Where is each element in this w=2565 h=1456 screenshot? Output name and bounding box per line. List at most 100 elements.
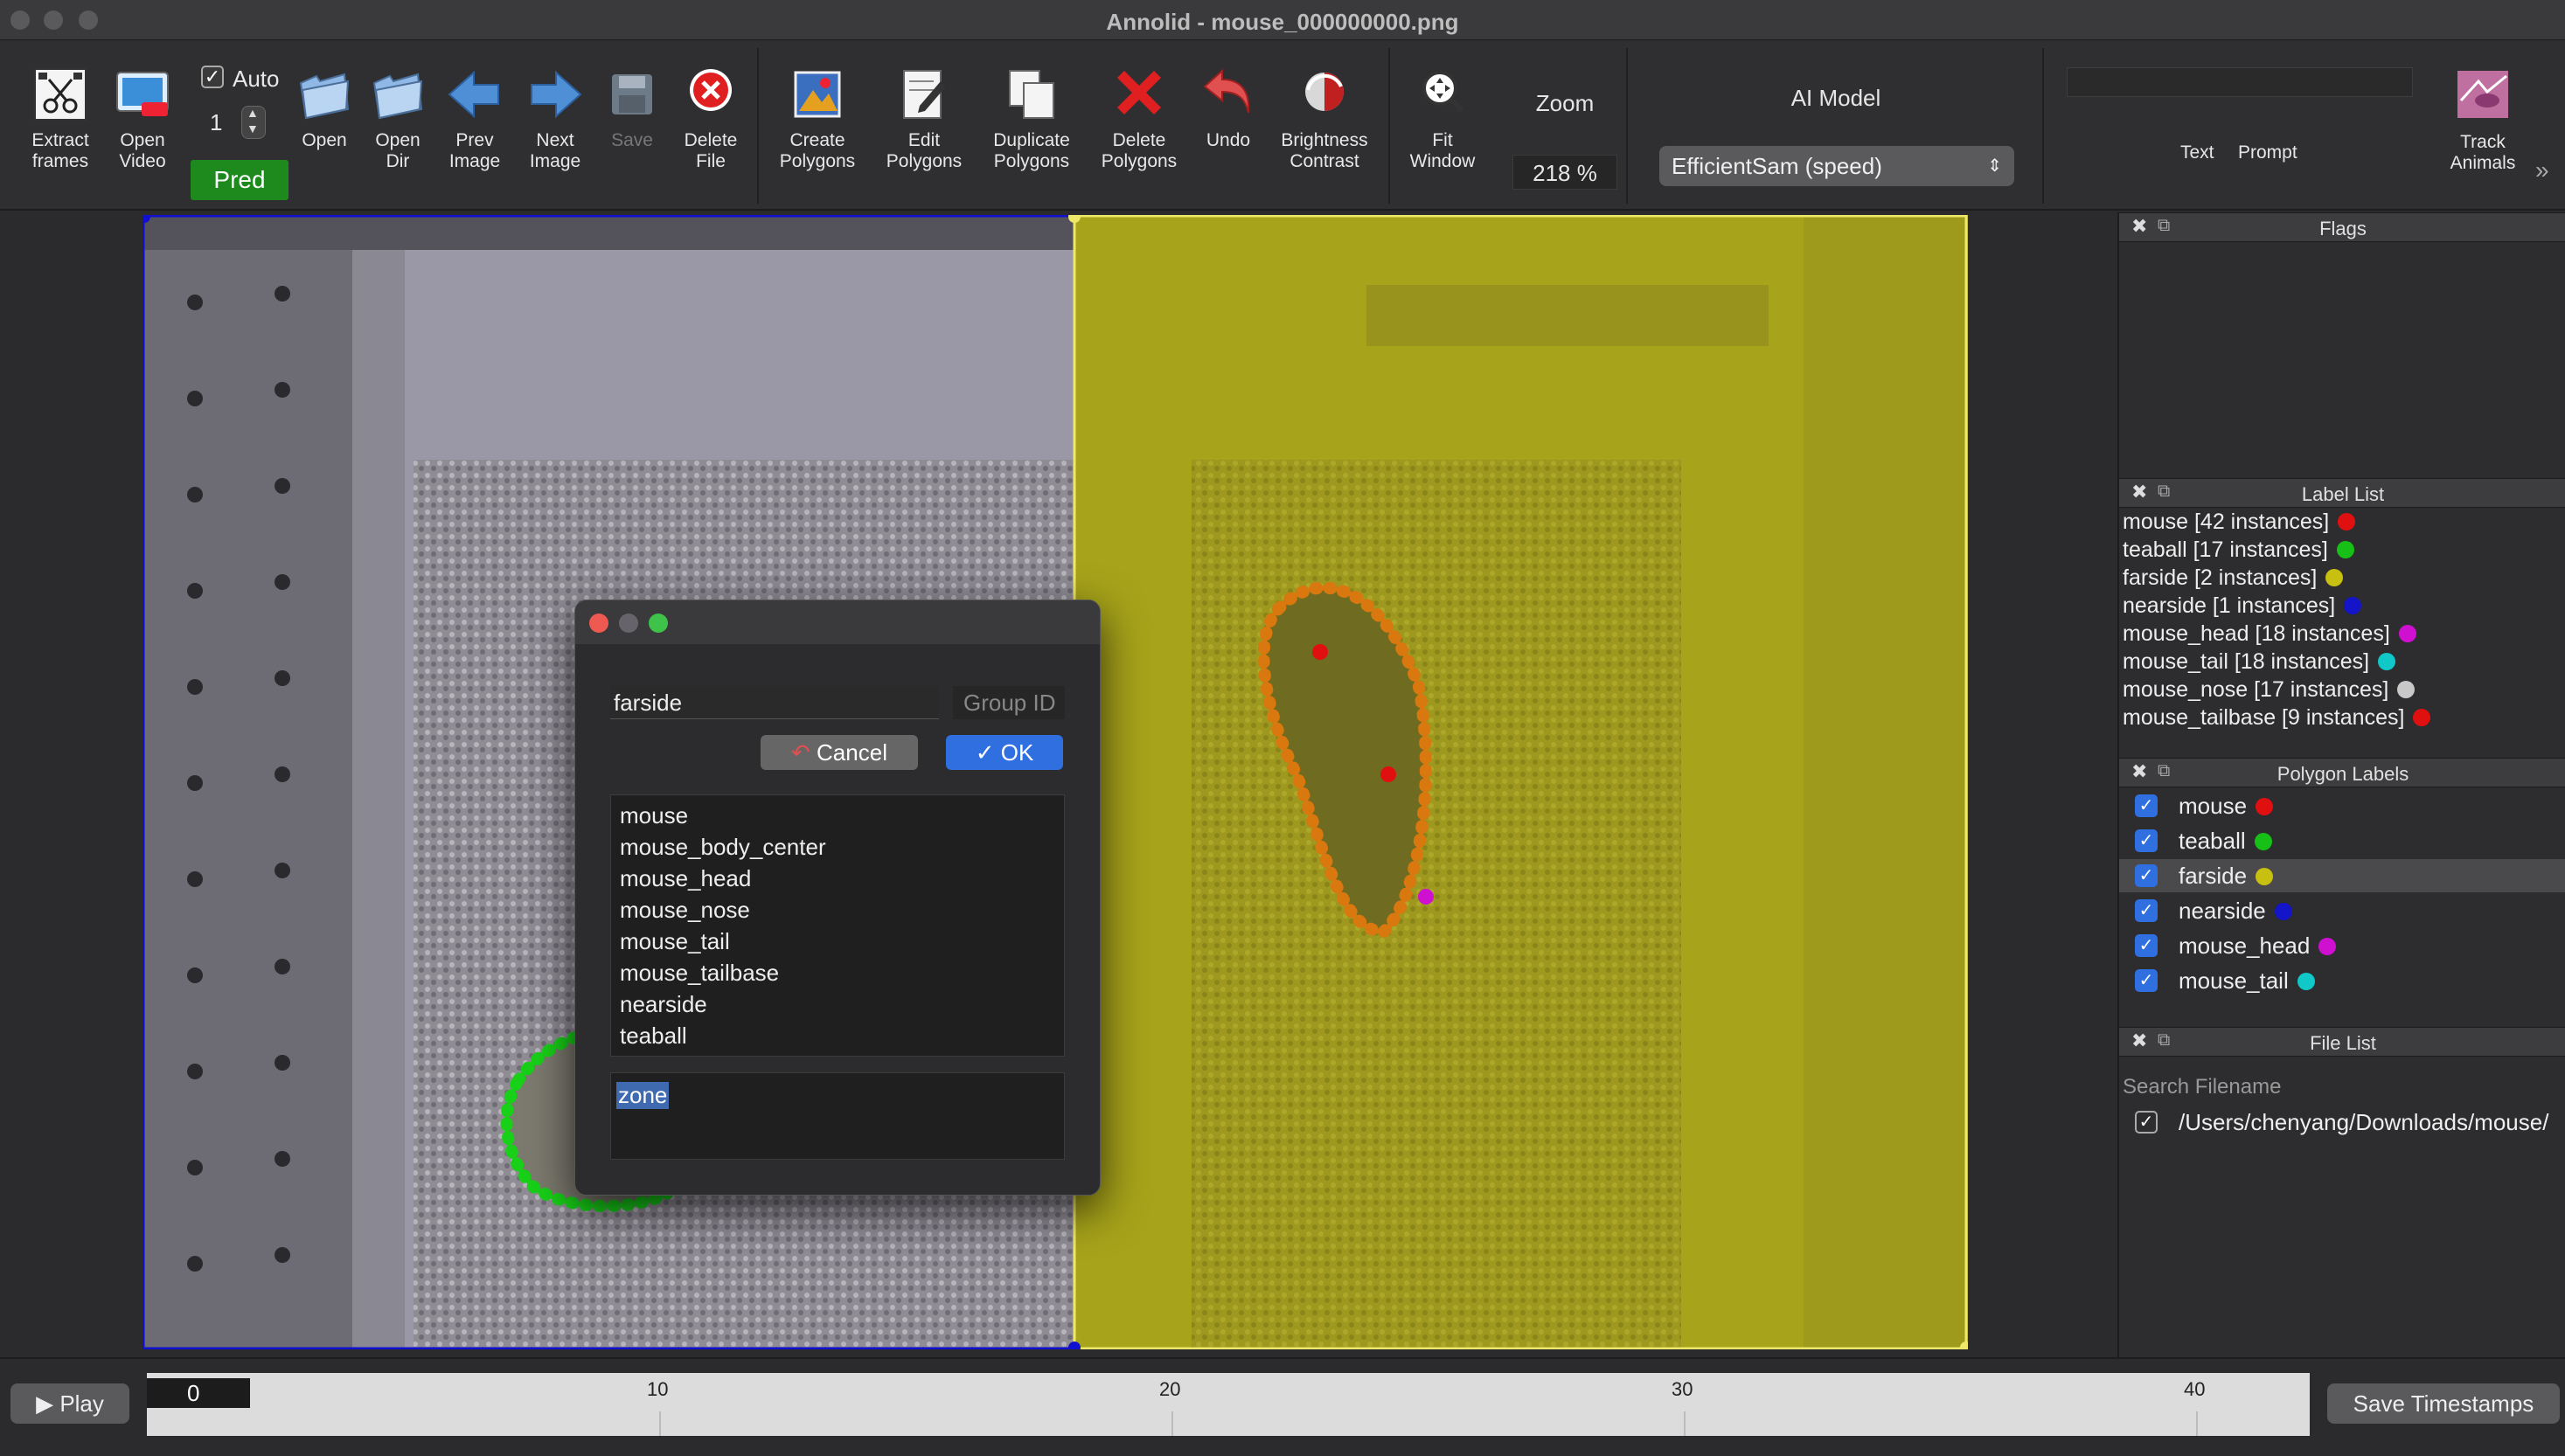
color-dot-icon bbox=[2318, 938, 2337, 955]
dialog-label-option[interactable]: nearside bbox=[620, 991, 707, 1018]
toolbar-overflow-icon[interactable]: » bbox=[2535, 156, 2549, 184]
dialog-label-option[interactable]: mouse_body_center bbox=[620, 834, 826, 861]
frame-step-value[interactable]: 1 bbox=[210, 109, 222, 136]
dialog-close-button[interactable] bbox=[589, 614, 608, 633]
toolbar: Extract frames Open Video ✓ Auto 1 ▲ ▼ P… bbox=[0, 41, 2565, 211]
label-list-item-text: teaball [17 instances] bbox=[2123, 537, 2328, 562]
polygon-visibility-checkbox[interactable]: ✓ bbox=[2135, 864, 2158, 887]
label-list-item[interactable]: mouse_head [18 instances] bbox=[2123, 621, 2416, 647]
edit-document-icon bbox=[903, 70, 946, 119]
polygon-label-row[interactable]: ✓ nearside bbox=[2119, 894, 2565, 927]
dialog-label-option[interactable]: mouse bbox=[620, 802, 688, 829]
label-name-input[interactable]: farside bbox=[610, 686, 939, 719]
brightness-icon bbox=[1305, 73, 1344, 111]
zoom-field[interactable]: 218 % bbox=[1512, 155, 1617, 190]
label-dialog: farside Group ID ↶ Cancel ✓ OK mouse mous… bbox=[574, 600, 1101, 1196]
dialog-label-option[interactable]: mouse_tailbase bbox=[620, 960, 779, 987]
label-list-item[interactable]: farside [2 instances] bbox=[2123, 565, 2344, 591]
description-field[interactable]: zone bbox=[610, 1072, 1065, 1160]
delete-polygons-label: Delete Polygons bbox=[1101, 130, 1178, 171]
polygon-labels-list[interactable]: ✓ mouse ✓ teaball ✓ farside ✓ nearside ✓ mouse_he… bbox=[2119, 789, 2565, 1025]
arrow-right-icon bbox=[531, 70, 582, 119]
polygon-label-row[interactable]: ✓ farside bbox=[2119, 859, 2565, 892]
current-frame-indicator[interactable]: 0 bbox=[147, 1378, 250, 1408]
pred-button[interactable]: Pred bbox=[191, 160, 288, 200]
video-icon bbox=[116, 72, 169, 116]
dialog-minimize-button[interactable] bbox=[619, 614, 638, 633]
polygon-label-row[interactable]: ✓ teaball bbox=[2119, 824, 2565, 857]
polygon-visibility-checkbox[interactable]: ✓ bbox=[2135, 899, 2158, 922]
duplicate-polygons-button[interactable]: Duplicate Polygons bbox=[983, 64, 1081, 172]
polygon-visibility-checkbox[interactable]: ✓ bbox=[2135, 934, 2158, 957]
label-list-item[interactable]: mouse [42 instances] bbox=[2123, 510, 2356, 535]
label-list-item-text: mouse [42 instances] bbox=[2123, 510, 2330, 534]
text-prompt-input[interactable] bbox=[2067, 67, 2413, 97]
group-id-input[interactable]: Group ID bbox=[953, 686, 1065, 719]
auto-checkbox[interactable]: ✓ bbox=[201, 66, 224, 88]
dialog-label-option[interactable]: mouse_nose bbox=[620, 897, 750, 924]
polygon-visibility-checkbox[interactable]: ✓ bbox=[2135, 969, 2158, 992]
cancel-button[interactable]: ↶ Cancel bbox=[761, 735, 918, 770]
next-image-label: Next Image bbox=[529, 130, 581, 171]
brightness-contrast-button[interactable]: Brightness Contrast bbox=[1273, 64, 1376, 172]
color-dot-icon bbox=[2254, 833, 2272, 850]
play-button[interactable]: ▶ Play bbox=[10, 1383, 129, 1424]
polygon-visibility-checkbox[interactable]: ✓ bbox=[2135, 829, 2158, 852]
open-video-button[interactable]: Open Video bbox=[94, 64, 191, 172]
chevron-updown-icon: ⇕ bbox=[1987, 156, 2002, 176]
polygon-visibility-checkbox[interactable]: ✓ bbox=[2135, 794, 2158, 817]
delete-file-button[interactable]: Delete File bbox=[663, 64, 759, 172]
file-path: /Users/chenyang/Downloads/mouse/ bbox=[2179, 1109, 2549, 1135]
label-list[interactable]: mouse [42 instances] teaball [17 instance… bbox=[2119, 510, 2565, 754]
frame-slider[interactable]: 0 10 20 30 40 bbox=[147, 1373, 2310, 1436]
dialog-label-option[interactable]: mouse_tail bbox=[620, 928, 730, 955]
undo-button[interactable]: Undo bbox=[1180, 64, 1276, 151]
timeline-tick bbox=[659, 1411, 661, 1436]
polygon-label-row[interactable]: ✓ mouse_tail bbox=[2119, 964, 2565, 997]
delete-polygons-button[interactable]: Delete Polygons bbox=[1091, 64, 1187, 172]
color-dot-icon bbox=[2274, 903, 2292, 920]
dialog-label-list[interactable]: mouse mouse_body_center mouse_head mouse_no… bbox=[610, 794, 1065, 1057]
color-dot-icon bbox=[2398, 625, 2416, 642]
label-list-item-text: mouse_head [18 instances] bbox=[2123, 621, 2390, 646]
file-checkbox[interactable]: ✓ bbox=[2135, 1111, 2158, 1134]
duplicate-polygons-label: Duplicate Polygons bbox=[993, 130, 1070, 171]
polygon-label-row[interactable]: ✓ mouse_head bbox=[2119, 929, 2565, 962]
label-list-item[interactable]: teaball [17 instances] bbox=[2123, 537, 2354, 563]
color-dot-icon bbox=[2297, 973, 2315, 990]
file-list-item[interactable]: ✓ /Users/chenyang/Downloads/mouse/ bbox=[2119, 1105, 2565, 1140]
label-list-header: ✖ ⧉ Label List bbox=[2119, 478, 2565, 508]
file-list-title: File List bbox=[2310, 1032, 2376, 1054]
dialog-label-option[interactable]: teaball bbox=[620, 1023, 687, 1050]
stepper-up-icon[interactable]: ▲ bbox=[247, 106, 259, 120]
label-list-item-text: mouse_tailbase [9 instances] bbox=[2123, 705, 2405, 730]
timeline-tick bbox=[1171, 1411, 1173, 1436]
right-dock: ✖ ⧉ Flags ✖ ⧉ Label List mouse [42 insta… bbox=[2117, 212, 2565, 1357]
folder-open-icon bbox=[372, 73, 423, 120]
polygon-label-row[interactable]: ✓ mouse bbox=[2119, 789, 2565, 822]
fit-window-button[interactable]: Fit Window bbox=[1395, 64, 1490, 172]
timeline-tick-label: 20 bbox=[1159, 1378, 1181, 1400]
open-label: Open bbox=[302, 130, 347, 150]
fit-window-label: Fit Window bbox=[1409, 130, 1476, 171]
prompt-label[interactable]: Prompt bbox=[2238, 142, 2297, 163]
label-list-item[interactable]: mouse_nose [17 instances] bbox=[2123, 677, 2416, 703]
stepper-down-icon[interactable]: ▼ bbox=[247, 121, 259, 135]
flags-panel-body bbox=[2119, 242, 2565, 478]
ok-button[interactable]: ✓ OK bbox=[946, 735, 1063, 770]
dialog-zoom-button[interactable] bbox=[649, 614, 668, 633]
dialog-label-option[interactable]: mouse_head bbox=[620, 865, 751, 892]
track-animals-button[interactable]: Track Animals bbox=[2430, 66, 2535, 174]
label-list-item[interactable]: mouse_tailbase [9 instances] bbox=[2123, 705, 2431, 731]
save-timestamps-button[interactable]: Save Timestamps bbox=[2327, 1383, 2560, 1424]
open-dir-label: Open Dir bbox=[375, 130, 421, 171]
label-list-item[interactable]: mouse_tail [18 instances] bbox=[2123, 649, 2396, 675]
ai-model-select[interactable]: EfficientSam (speed) ⇕ bbox=[1659, 146, 2014, 186]
label-list-item[interactable]: nearside [1 instances] bbox=[2123, 593, 2362, 619]
toolbar-separator bbox=[1388, 48, 1390, 204]
create-polygons-button[interactable]: Create Polygons bbox=[769, 64, 865, 172]
search-filename-input[interactable]: Search Filename bbox=[2123, 1071, 2565, 1103]
edit-polygons-button[interactable]: Edit Polygons bbox=[876, 64, 972, 172]
toolbar-separator bbox=[757, 48, 759, 204]
ok-label: OK bbox=[1000, 739, 1034, 766]
